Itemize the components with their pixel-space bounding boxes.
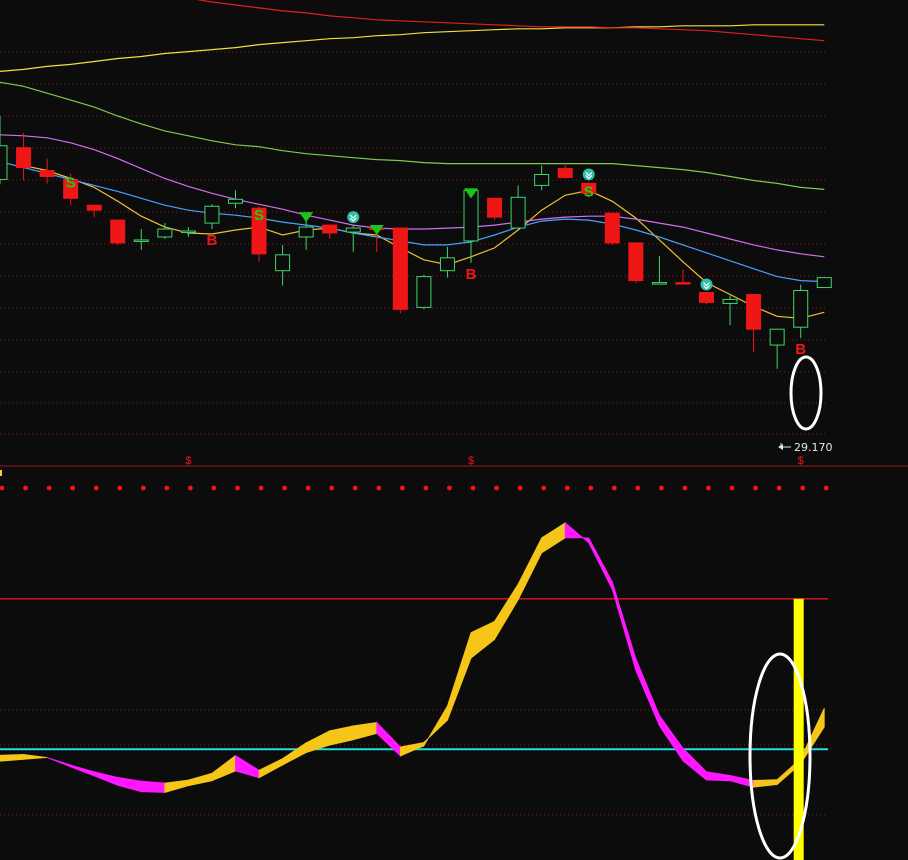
candle-body — [487, 197, 503, 218]
candle-body — [557, 168, 573, 178]
candle-body — [510, 196, 526, 229]
signal-dot — [282, 485, 287, 491]
signal-dot — [706, 485, 711, 491]
candle-body — [298, 226, 314, 238]
candle-body — [675, 282, 691, 285]
bottom-mark: $ — [798, 455, 804, 467]
signal-dot — [541, 485, 547, 491]
candle-body — [816, 277, 832, 289]
signal-dot — [800, 485, 806, 491]
candle-body — [439, 257, 455, 272]
signal-dot — [164, 485, 170, 491]
signal-label: S — [254, 207, 264, 224]
signal-label: B — [207, 232, 218, 249]
chart-stage: S B S B S B $ $ $ 29.170 — [0, 0, 908, 860]
candle-body — [746, 293, 762, 330]
signal-label: B — [466, 266, 477, 283]
candle-body — [16, 147, 32, 169]
signal-dot — [211, 485, 217, 491]
candle-body — [228, 198, 243, 204]
candle-body — [39, 170, 55, 177]
stock-chart: S B S B S B $ $ $ 29.170 — [0, 0, 908, 860]
candle-body — [180, 230, 196, 234]
signal-dot — [423, 485, 429, 491]
candle-body — [204, 205, 220, 224]
signal-dot — [682, 485, 688, 491]
signal-dot — [399, 485, 405, 491]
signal-dot — [729, 485, 735, 491]
candle-body — [157, 228, 173, 238]
signal-label: B — [795, 341, 806, 358]
signal-dot — [188, 485, 193, 491]
signal-dot — [70, 485, 76, 491]
signal-dot — [611, 485, 617, 491]
signal-dot — [776, 485, 782, 491]
candle-body — [769, 328, 785, 346]
candle-body — [604, 212, 620, 244]
signal-dot — [494, 485, 499, 491]
signal-dot — [517, 485, 523, 491]
candle-body — [86, 204, 102, 211]
signal-dot — [635, 485, 641, 491]
candle-body — [345, 227, 361, 233]
signal-dot — [235, 485, 240, 491]
candle-body — [392, 227, 408, 310]
chart-background — [0, 0, 908, 860]
candle-body — [628, 242, 644, 282]
candle-body — [534, 174, 550, 186]
candle-body — [110, 219, 126, 244]
candle-body — [0, 145, 8, 180]
signal-label: S — [66, 175, 76, 192]
signal-dot — [117, 485, 123, 491]
candle-body — [793, 290, 809, 328]
candle-body — [133, 239, 149, 242]
candle-body — [275, 254, 291, 272]
signal-dot — [329, 485, 335, 491]
edge-marker — [0, 470, 2, 476]
candle-body — [722, 298, 738, 304]
low-price-label: 29.170 — [794, 441, 833, 454]
signal-dot — [564, 485, 570, 491]
signal-dot — [823, 485, 829, 491]
candle-body — [416, 276, 432, 308]
signal-dot — [470, 485, 476, 491]
bottom-mark: $ — [468, 455, 474, 467]
signal-dot — [588, 485, 594, 491]
signal-dot — [352, 485, 358, 491]
candle-body — [699, 292, 714, 303]
oscillator-band-segment — [140, 780, 166, 793]
signal-dot — [93, 485, 99, 491]
signal-dot — [376, 485, 382, 491]
signal-label: S — [584, 183, 594, 200]
candle-body — [322, 224, 338, 234]
signal-dot — [447, 485, 452, 491]
signal-dot — [140, 485, 146, 491]
signal-dot — [753, 485, 758, 491]
signal-dot — [659, 485, 664, 491]
signal-dot — [46, 485, 52, 491]
bottom-mark: $ — [185, 455, 191, 467]
signal-dot — [258, 485, 264, 491]
signal-dot — [23, 485, 28, 491]
signal-dot — [305, 485, 311, 491]
candle-body — [651, 282, 667, 285]
